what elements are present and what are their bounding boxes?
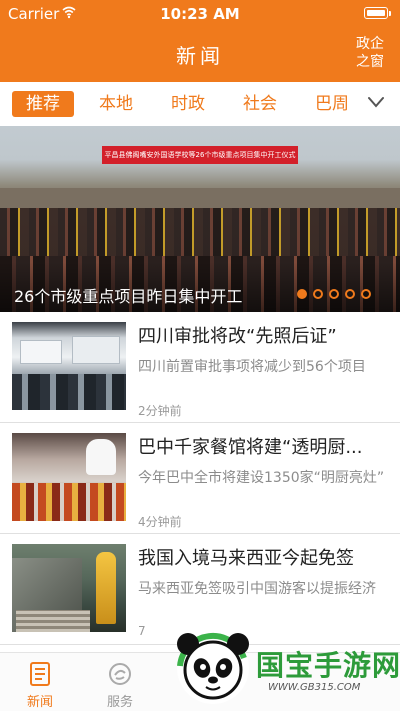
bottom-tab-service-label: 服务: [106, 695, 133, 710]
news-item[interactable]: 四川审批将改“先照后证” 四川前置审批事项将减少到56个项目 2分钟前: [0, 312, 400, 423]
news-summary: 今年巴中全市将建设1350家“明厨亮灶”: [138, 470, 385, 486]
hero-caption: 26个市级重点项目昨日集中开工: [14, 287, 243, 306]
news-time: 7: [138, 624, 146, 638]
news-thumbnail-temple: [12, 544, 126, 632]
bottom-tab-news[interactable]: 新闻: [5, 661, 75, 710]
watermark: 国宝手游网 WWW.GB315.COM: [160, 620, 400, 710]
bottom-tab-service[interactable]: 服务: [85, 661, 155, 710]
hero-banner-sign: 平昌县佛阁嘴安外国语学校等26个市级重点项目集中开工仪式: [102, 146, 298, 164]
watermark-title: 国宝手游网: [256, 649, 400, 682]
news-thumbnail-kitchen: [12, 433, 126, 521]
news-thumbnail-office: [12, 322, 126, 410]
carousel-dot[interactable]: [297, 289, 307, 299]
news-title: 四川审批将改“先照后证”: [138, 326, 337, 347]
carousel-dot[interactable]: [313, 289, 323, 299]
hero-carousel[interactable]: 平昌县佛阁嘴安外国语学校等26个市级重点项目集中开工仪式 26个市级重点项目昨日…: [0, 126, 400, 312]
bottom-tab-news-label: 新闻: [26, 695, 53, 710]
panda-logo-icon: [177, 632, 249, 704]
tab-local[interactable]: 本地: [86, 91, 146, 117]
carousel-dot[interactable]: [345, 289, 355, 299]
gov-corner-line2: 之窗: [356, 54, 384, 70]
hero-stage: [0, 188, 400, 208]
watermark-url: WWW.GB315.COM: [268, 682, 361, 693]
tab-society[interactable]: 社会: [230, 91, 290, 117]
status-bar: Carrier 10:23 AM: [0, 0, 400, 28]
news-summary: 四川前置审批事项将减少到56个项目: [138, 359, 366, 375]
battery-icon: [364, 7, 391, 19]
chevron-down-icon[interactable]: [366, 92, 386, 112]
carousel-dot[interactable]: [361, 289, 371, 299]
gov-corner-button[interactable]: 政企 之窗: [356, 35, 384, 71]
app-header: Carrier 10:23 AM 新闻 政企 之窗: [0, 0, 400, 82]
news-summary: 马来西亚免签吸引中国游客以提振经济: [138, 581, 376, 597]
category-tabs: 推荐 本地 时政 社会 巴周: [0, 82, 400, 127]
gov-corner-line1: 政企: [356, 36, 384, 52]
news-doc-icon: [30, 662, 50, 686]
carousel-page-indicator[interactable]: [297, 289, 377, 299]
service-icon: [109, 663, 131, 685]
news-item[interactable]: 巴中千家餐馆将建“透明厨... 今年巴中全市将建设1350家“明厨亮灶” 4分钟…: [0, 423, 400, 534]
news-time: 2分钟前: [138, 404, 182, 418]
tab-recommend[interactable]: 推荐: [12, 91, 74, 117]
news-title: 我国入境马来西亚今起免签: [138, 548, 354, 569]
status-time: 10:23 AM: [160, 5, 240, 23]
carousel-dot[interactable]: [329, 289, 339, 299]
tab-bazhou[interactable]: 巴周: [302, 91, 362, 117]
news-title: 巴中千家餐馆将建“透明厨...: [138, 437, 363, 458]
tab-politics[interactable]: 时政: [158, 91, 218, 117]
news-time: 4分钟前: [138, 515, 182, 529]
page-title: 新闻: [176, 44, 224, 68]
